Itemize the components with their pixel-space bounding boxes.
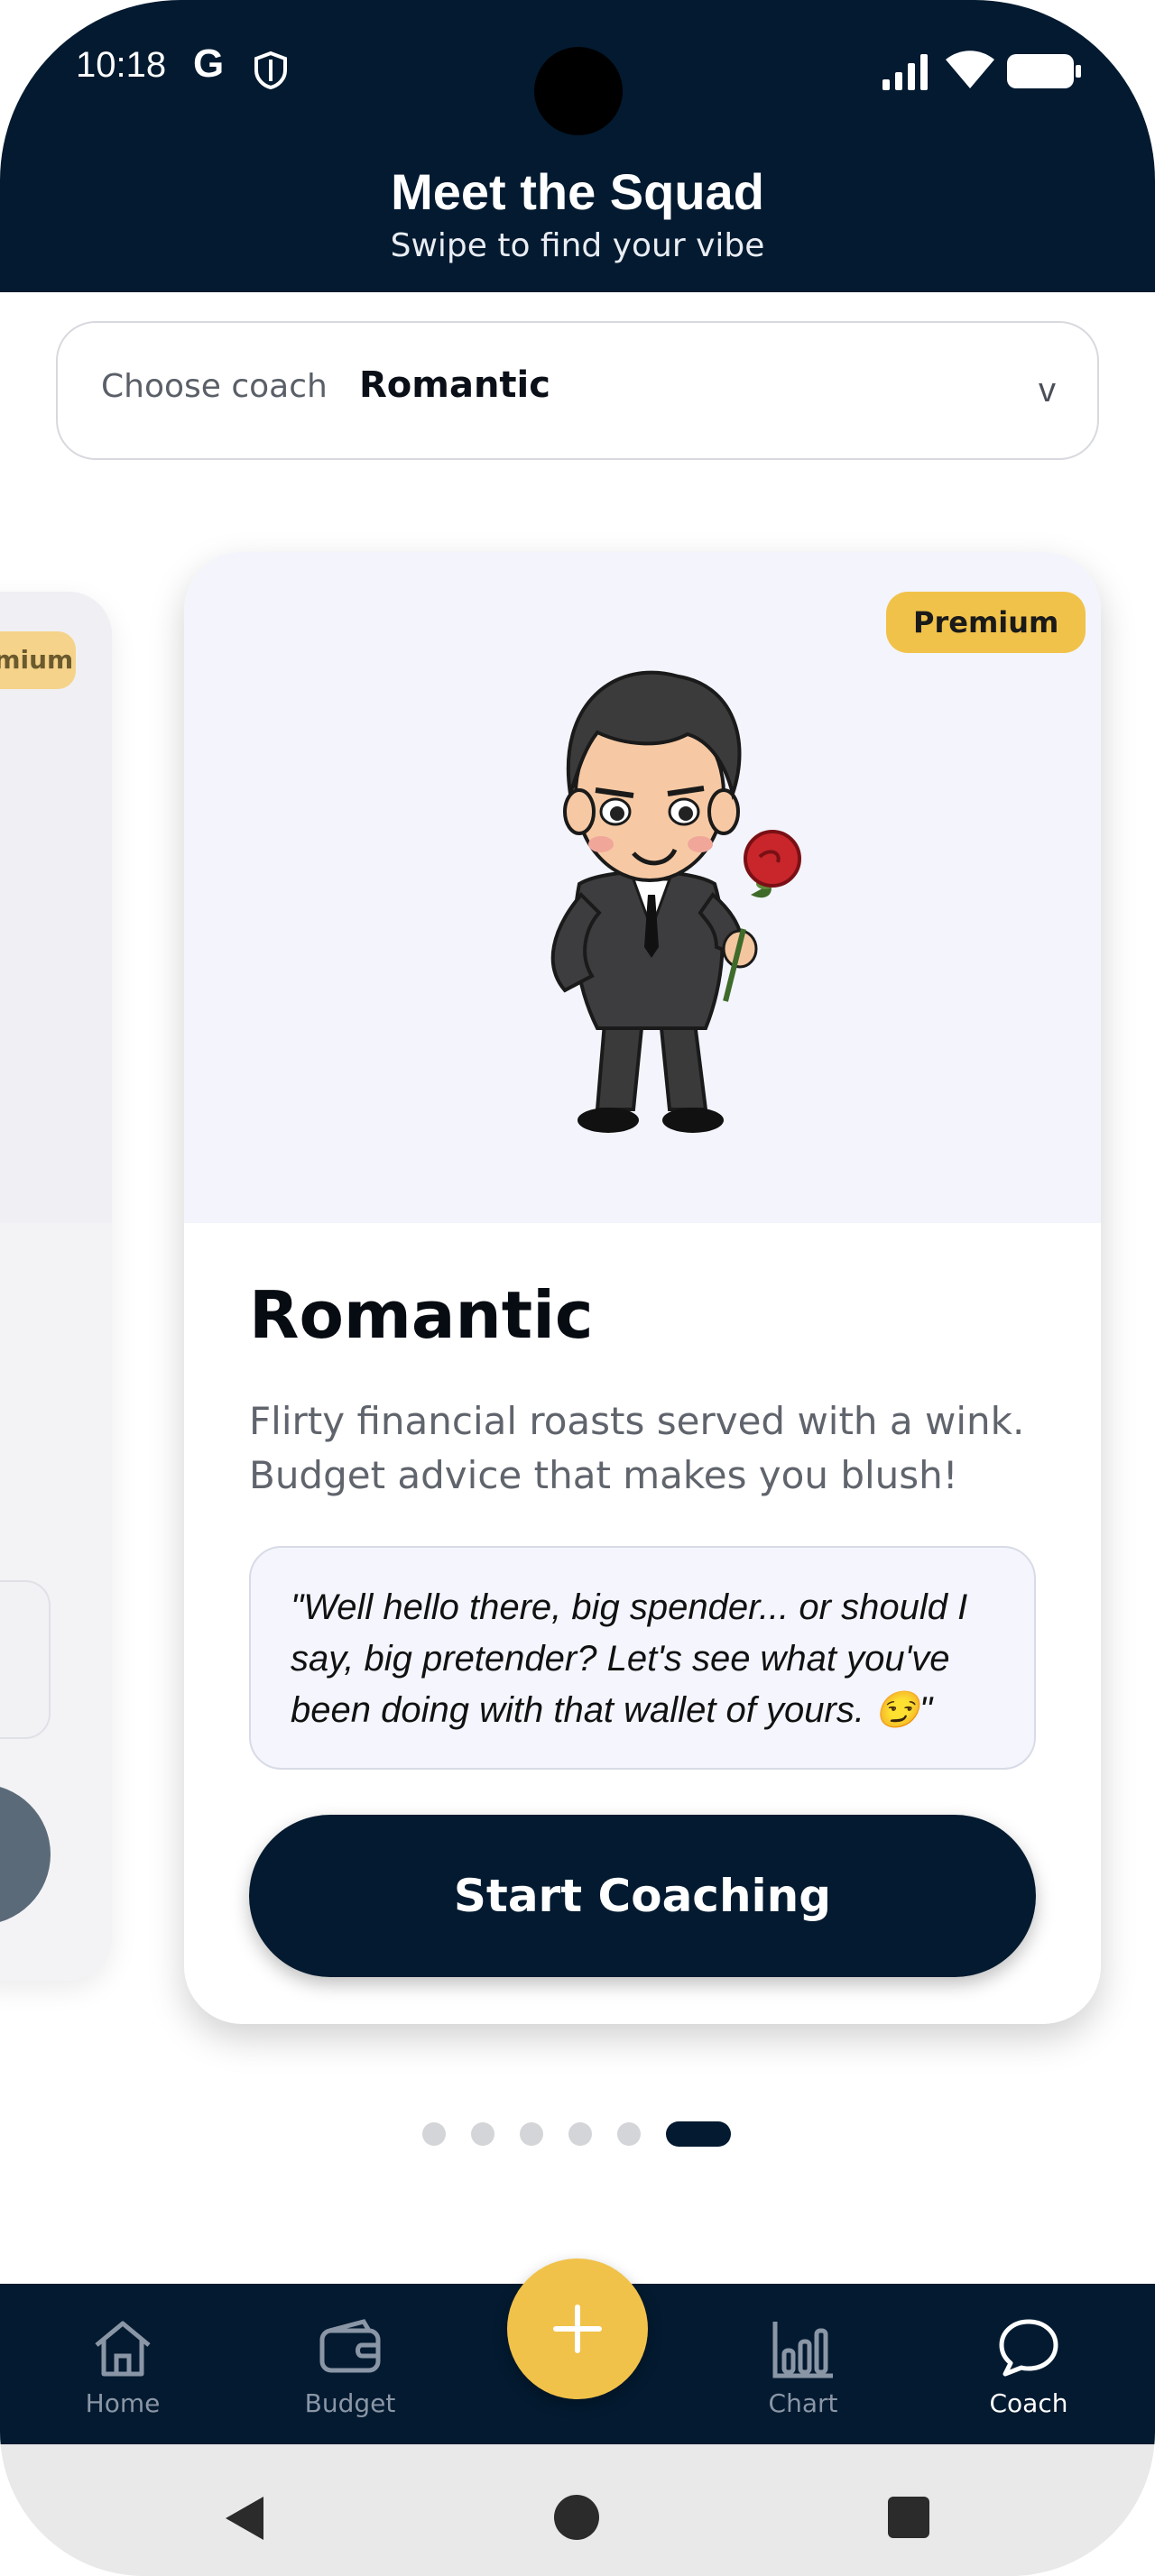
coach-hero: Premium xyxy=(184,552,1101,1223)
previous-card-button xyxy=(0,1784,51,1925)
add-button[interactable] xyxy=(507,2259,648,2399)
recent-apps-icon[interactable] xyxy=(888,2497,929,2538)
coach-description: Flirty financial roasts served with a wi… xyxy=(249,1399,1025,1497)
coach-card[interactable]: Premium Romantic Flirty financial roasts… xyxy=(184,552,1101,2024)
nav-item-budget[interactable]: Budget xyxy=(269,2284,431,2444)
previous-coach-card[interactable]: Premium xyxy=(0,592,112,1981)
camera-cutout xyxy=(534,47,623,135)
previous-quote-box xyxy=(0,1580,51,1739)
back-icon[interactable] xyxy=(222,2493,267,2544)
bar-chart-icon xyxy=(772,2322,833,2378)
coach-name: Romantic xyxy=(249,1277,594,1353)
wallet-icon xyxy=(319,2319,381,2373)
coach-quote: "Well hello there, big spender... or sho… xyxy=(291,1587,968,1730)
home-circle-icon[interactable] xyxy=(554,2495,599,2540)
premium-badge: Premium xyxy=(0,631,76,689)
nav-label-coach: Coach xyxy=(989,2388,1068,2418)
system-navigation-bar xyxy=(0,2444,1155,2576)
signal-icon xyxy=(882,54,928,90)
pagination-dot[interactable] xyxy=(422,2122,446,2146)
romantic-coach-avatar xyxy=(550,670,801,1133)
selector-value: Romantic xyxy=(359,364,550,406)
start-coaching-button[interactable]: Start Coaching xyxy=(249,1815,1036,1977)
chat-bubble-icon xyxy=(999,2319,1058,2377)
home-icon xyxy=(95,2321,151,2377)
battery-icon xyxy=(1007,54,1081,88)
carousel-pagination xyxy=(422,2121,731,2147)
plus-icon xyxy=(553,2305,602,2353)
nav-label-budget: Budget xyxy=(304,2388,396,2418)
page-title: Meet the Squad xyxy=(391,163,764,220)
nav-label-chart: Chart xyxy=(768,2388,838,2418)
chevron-down-icon: v xyxy=(1039,372,1056,409)
status-time: 10:18 xyxy=(76,45,167,85)
premium-badge: Premium xyxy=(886,592,1086,653)
pagination-dot[interactable] xyxy=(471,2122,494,2146)
coach-quote-box: "Well hello there, big spender... or sho… xyxy=(249,1546,1036,1770)
nav-label-home: Home xyxy=(85,2388,161,2418)
pagination-dot[interactable] xyxy=(617,2122,641,2146)
shield-icon xyxy=(254,51,287,90)
selector-label: Choose coach xyxy=(101,368,328,405)
app-header: 10:18 G Meet the Squad Swipe to find you… xyxy=(0,0,1155,292)
pagination-dot[interactable] xyxy=(666,2121,731,2147)
google-icon: G xyxy=(193,41,225,86)
nav-item-chart[interactable]: Chart xyxy=(722,2284,884,2444)
pagination-dot[interactable] xyxy=(520,2122,543,2146)
wifi-icon xyxy=(946,51,994,88)
phone-screen: 10:18 G Meet the Squad Swipe to find you… xyxy=(0,0,1155,2576)
nav-item-home[interactable]: Home xyxy=(42,2284,204,2444)
coach-selector-dropdown[interactable]: Choose coach Romantic v xyxy=(56,321,1099,460)
page-subtitle: Swipe to find your vibe xyxy=(390,227,765,264)
nav-item-coach[interactable]: Coach xyxy=(947,2284,1110,2444)
pagination-dot[interactable] xyxy=(568,2122,592,2146)
